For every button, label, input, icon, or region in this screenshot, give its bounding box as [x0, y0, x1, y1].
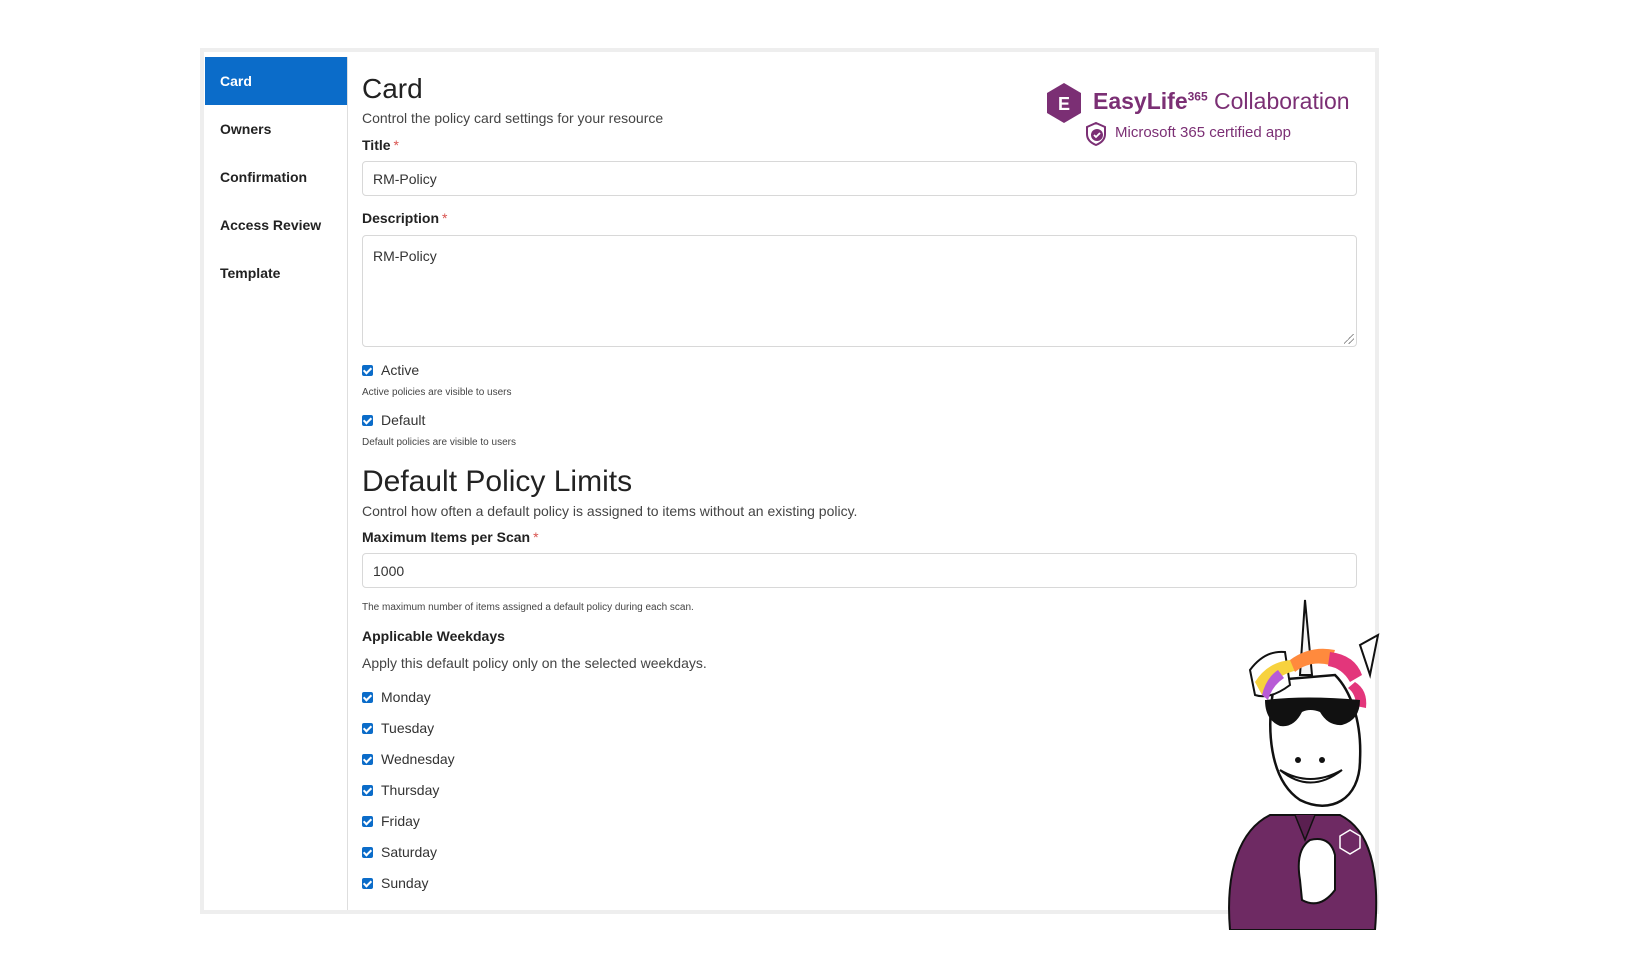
sidebar-nav: Card Owners Confirmation Access Review T…: [205, 57, 348, 910]
weekday-wednesday-row[interactable]: Wednesday: [362, 751, 455, 767]
product-name: EasyLife365 Collaboration: [1093, 88, 1350, 115]
weekday-checkbox[interactable]: [362, 846, 373, 858]
weekday-monday-row[interactable]: Monday: [362, 689, 431, 705]
weekday-label: Sunday: [381, 875, 429, 891]
limits-subtitle: Control how often a default policy is as…: [362, 503, 858, 519]
max-items-label-text: Maximum Items per Scan: [362, 529, 531, 545]
weekdays-label: Applicable Weekdays: [362, 628, 505, 644]
default-checkbox[interactable]: [362, 414, 373, 426]
unicorn-mascot-icon: [1228, 599, 1380, 930]
sidebar-item-template[interactable]: Template: [205, 249, 347, 297]
logo-letter: E: [1058, 94, 1070, 114]
active-checkbox-row[interactable]: Active: [362, 362, 419, 378]
required-marker: *: [533, 529, 539, 545]
description-textarea-value: RM-Policy: [373, 248, 437, 264]
title-input[interactable]: RM-Policy: [362, 161, 1357, 196]
weekday-label: Thursday: [381, 782, 440, 798]
weekday-label: Friday: [381, 813, 420, 829]
max-items-input-value: 1000: [373, 563, 405, 579]
max-items-label: Maximum Items per Scan *: [362, 529, 539, 545]
product-name-main: EasyLife: [1093, 88, 1188, 114]
default-help-text: Default policies are visible to users: [362, 437, 516, 448]
product-name-suffix: Collaboration: [1214, 88, 1350, 114]
description-textarea[interactable]: RM-Policy: [362, 235, 1357, 347]
required-marker: *: [442, 210, 448, 226]
default-checkbox-row[interactable]: Default: [362, 412, 425, 428]
certified-shield-icon: [1086, 122, 1106, 146]
product-name-sup: 365: [1187, 89, 1208, 104]
weekday-checkbox[interactable]: [362, 722, 373, 734]
weekday-label: Wednesday: [381, 751, 455, 767]
max-items-input[interactable]: 1000: [362, 553, 1357, 588]
weekday-tuesday-row[interactable]: Tuesday: [362, 720, 434, 736]
weekday-label: Saturday: [381, 844, 438, 860]
weekday-saturday-row[interactable]: Saturday: [362, 844, 437, 860]
page-subtitle: Control the policy card settings for you…: [362, 110, 664, 126]
max-items-help-text: The maximum number of items assigned a d…: [362, 602, 694, 613]
active-checkbox-label: Active: [381, 362, 420, 378]
weekday-label: Monday: [381, 689, 431, 705]
active-help-text: Active policies are visible to users: [362, 387, 512, 398]
active-checkbox[interactable]: [362, 364, 373, 376]
sidebar-item-access-review[interactable]: Access Review: [205, 201, 347, 249]
weekday-thursday-row[interactable]: Thursday: [362, 782, 439, 798]
certified-text: Microsoft 365 certified app: [1115, 124, 1291, 141]
weekdays-help-text: Apply this default policy only on the se…: [362, 655, 707, 671]
weekday-friday-row[interactable]: Friday: [362, 813, 420, 829]
hexagon-logo-icon: E: [1047, 83, 1081, 123]
title-label: Title *: [362, 137, 399, 153]
sidebar-item-owners[interactable]: Owners: [205, 105, 347, 153]
weekday-label: Tuesday: [381, 720, 435, 736]
title-label-text: Title: [362, 137, 391, 153]
weekday-checkbox[interactable]: [362, 753, 373, 765]
description-label-text: Description: [362, 210, 440, 226]
title-input-value: RM-Policy: [373, 171, 437, 187]
page-title: Card: [362, 73, 423, 104]
weekday-checkbox[interactable]: [362, 815, 373, 827]
weekday-checkbox[interactable]: [362, 877, 373, 889]
weekday-checkbox[interactable]: [362, 784, 373, 796]
weekday-sunday-row[interactable]: Sunday: [362, 875, 428, 891]
sidebar-item-confirmation[interactable]: Confirmation: [205, 153, 347, 201]
description-label: Description *: [362, 210, 447, 226]
sidebar-item-card[interactable]: Card: [205, 57, 347, 105]
easylife-logo: E EasyLife365 Collaboration Microsoft 36…: [1045, 80, 1350, 152]
required-marker: *: [393, 137, 399, 153]
limits-heading: Default Policy Limits: [362, 465, 633, 498]
default-checkbox-label: Default: [381, 412, 426, 428]
resize-handle-icon[interactable]: [1344, 334, 1354, 344]
weekday-checkbox[interactable]: [362, 691, 373, 703]
